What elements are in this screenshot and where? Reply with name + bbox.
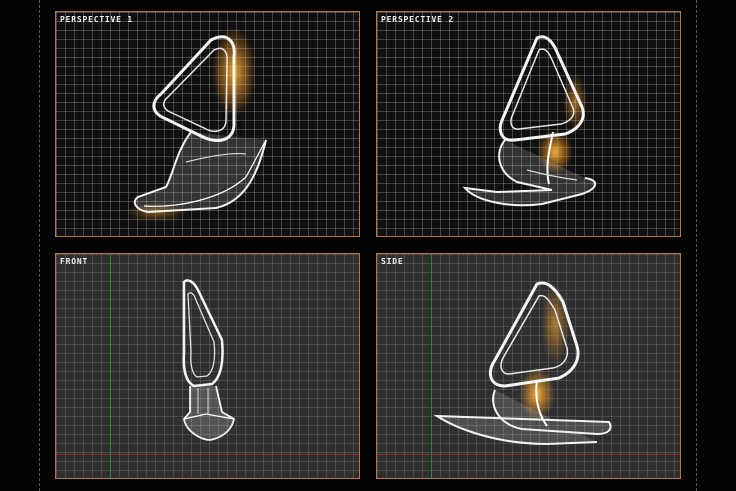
chair-model-front xyxy=(182,279,235,441)
viewport-side[interactable]: SIDE xyxy=(376,253,681,479)
divider-right xyxy=(696,0,697,491)
viewport-front[interactable]: FRONT xyxy=(55,253,360,479)
viewport-perspective-2[interactable]: PERSPECTIVE 2 xyxy=(376,11,681,237)
chair-model-side xyxy=(433,281,612,446)
viewport-perspective-1[interactable]: PERSPECTIVE 1 xyxy=(55,11,360,237)
divider-left xyxy=(39,0,40,491)
chair-model-perspective-2 xyxy=(462,35,597,207)
chair-model-perspective-1 xyxy=(126,27,267,222)
